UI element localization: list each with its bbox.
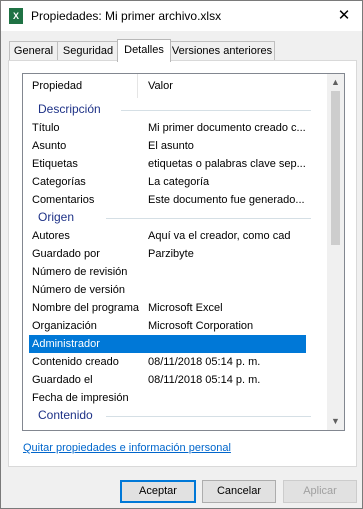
ok-button[interactable]: Aceptar <box>120 480 196 503</box>
vertical-scrollbar[interactable]: ▲ ▼ <box>327 74 344 430</box>
property-value: Microsoft Corporation <box>148 320 254 332</box>
tab-details[interactable]: Detalles <box>117 39 171 62</box>
property-row[interactable]: Contenido creado 08/11/2018 05:14 p. m. <box>23 353 323 371</box>
details-panel: Propiedad Valor Descripción Título Mi prim… <box>8 60 357 467</box>
property-name: Asunto <box>32 140 67 152</box>
properties-list[interactable]: Propiedad Valor Descripción Título Mi prim… <box>22 73 345 431</box>
property-name: Guardado el <box>32 374 93 386</box>
window-title: Propiedades: Mi primer archivo.xlsx <box>31 9 222 23</box>
property-name: Contenido creado <box>32 356 119 368</box>
property-name: Fecha de impresión <box>32 392 129 404</box>
property-name: Título <box>32 122 60 134</box>
apply-button[interactable]: Aplicar <box>283 480 357 503</box>
property-name: Administrador <box>32 338 100 350</box>
group-header: Origen <box>23 209 323 227</box>
property-row[interactable]: Categorías La categoría <box>23 173 323 191</box>
scroll-up-icon[interactable]: ▲ <box>327 74 344 91</box>
property-value: etiquetas o palabras clave sep... <box>148 158 306 170</box>
property-name: Organización <box>32 320 97 332</box>
scroll-thumb[interactable] <box>331 91 340 245</box>
group-divider <box>121 110 311 111</box>
column-divider[interactable] <box>137 74 138 98</box>
property-name: Nombre del programa <box>32 302 139 314</box>
excel-file-icon: X <box>9 8 23 24</box>
property-row[interactable]: Número de versión <box>23 281 323 299</box>
property-value: La categoría <box>148 176 210 188</box>
property-row[interactable]: Asunto El asunto <box>23 137 323 155</box>
property-row[interactable]: Administrador <box>29 335 306 353</box>
column-header-property[interactable]: Propiedad <box>32 74 82 98</box>
group-header: Contenido <box>23 407 323 425</box>
property-value: El asunto <box>148 140 194 152</box>
cancel-button[interactable]: Cancelar <box>202 480 276 503</box>
group-divider <box>106 416 311 417</box>
properties-dialog: X Propiedades: Mi primer archivo.xlsx ✕ … <box>0 0 363 509</box>
property-row[interactable]: Nombre del programa Microsoft Excel <box>23 299 323 317</box>
title-bar: X Propiedades: Mi primer archivo.xlsx ✕ <box>1 1 362 31</box>
group-label: Contenido <box>38 408 93 422</box>
property-name: Comentarios <box>32 194 95 206</box>
property-value: Microsoft Excel <box>148 302 223 314</box>
property-value: Aquí va el creador, como cad <box>148 230 291 242</box>
property-row[interactable]: Autores Aquí va el creador, como cad <box>23 227 323 245</box>
property-name: Autores <box>32 230 70 242</box>
group-divider <box>106 218 311 219</box>
property-value: Este documento fue generado... <box>148 194 305 206</box>
property-value: 08/11/2018 05:14 p. m. <box>148 374 261 386</box>
property-row[interactable]: Fecha de impresión <box>23 389 323 407</box>
property-name: Número de revisión <box>32 266 128 278</box>
property-row[interactable]: Guardado el 08/11/2018 05:14 p. m. <box>23 371 323 389</box>
property-row[interactable]: Guardado por Parzibyte <box>23 245 323 263</box>
close-button[interactable]: ✕ <box>326 1 362 31</box>
property-name: Número de versión <box>32 284 125 296</box>
property-row[interactable]: Etiquetas etiquetas o palabras clave sep.… <box>23 155 323 173</box>
property-name: Categorías <box>32 176 86 188</box>
property-value: Parzibyte <box>148 248 194 260</box>
group-header: Descripción <box>23 101 323 119</box>
property-row[interactable]: Organización Microsoft Corporation <box>23 317 323 335</box>
group-label: Origen <box>38 210 75 224</box>
property-value: 08/11/2018 05:14 p. m. <box>148 356 261 368</box>
tab-security[interactable]: Seguridad <box>57 41 119 61</box>
property-name: Guardado por <box>32 248 100 260</box>
column-header-value[interactable]: Valor <box>148 74 173 98</box>
property-row[interactable]: Número de revisión <box>23 263 323 281</box>
property-row[interactable]: Título Mi primer documento creado c... <box>23 119 323 137</box>
group-label: Descripción <box>38 102 101 116</box>
property-row[interactable]: Comentarios Este documento fue generado..… <box>23 191 323 209</box>
tab-general[interactable]: General <box>9 41 58 61</box>
scroll-down-icon[interactable]: ▼ <box>327 413 344 430</box>
remove-properties-link[interactable]: Quitar propiedades e información persona… <box>23 442 231 454</box>
tab-previous-versions[interactable]: Versiones anteriores <box>169 41 275 61</box>
property-name: Etiquetas <box>32 158 78 170</box>
property-value: Mi primer documento creado c... <box>148 122 306 134</box>
